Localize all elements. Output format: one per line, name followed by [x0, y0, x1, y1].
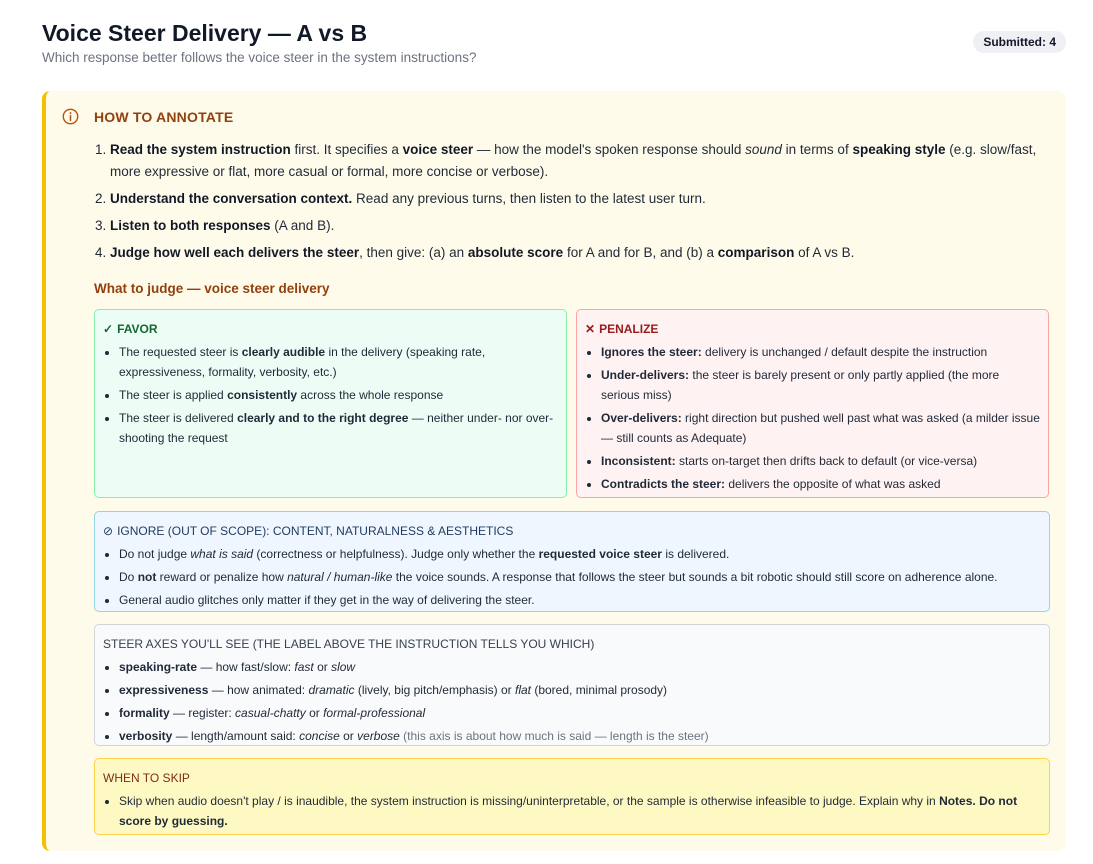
judge-section-title: What to judge — voice steer delivery — [94, 281, 330, 296]
axis-item: expressiveness — how animated: dramatic … — [119, 680, 1041, 700]
favor-title: ✓ FAVOR — [103, 319, 558, 339]
steer-axes-list: speaking-rate — how fast/slow: fast or s… — [103, 657, 1041, 746]
penalize-list: Ignores the steer: delivery is unchanged… — [585, 342, 1040, 494]
ignore-title: ⊘ IGNORE (OUT OF SCOPE): CONTENT, NATURAL… — [103, 521, 1041, 541]
page-title: Voice Steer Delivery — A vs B — [42, 20, 368, 46]
penalize-item: Contradicts the steer: delivers the oppo… — [601, 474, 1040, 494]
page-header: Voice Steer Delivery — A vs B Which resp… — [0, 0, 1093, 65]
axis-item: formality — register: casual-chatty or f… — [119, 703, 1041, 723]
ignore-item: Do not judge what is said (correctness o… — [119, 544, 1041, 564]
steer-axes-title: STEER AXES YOU'LL SEE (THE LABEL ABOVE T… — [103, 637, 595, 651]
info-icon — [62, 108, 79, 125]
skip-list: Skip when audio doesn't play / is inaudi… — [103, 791, 1041, 831]
penalize-box: ✕PENALIZE Ignores the steer: delivery is… — [576, 309, 1049, 498]
favor-item: The steer is delivered clearly and to th… — [119, 408, 558, 448]
guide-title: HOW TO ANNOTATE — [94, 109, 234, 125]
guide-header: HOW TO ANNOTATE — [62, 107, 1050, 127]
ignore-list: Do not judge what is said (correctness o… — [103, 544, 1041, 610]
annotation-guide-panel: HOW TO ANNOTATE Read the system instruct… — [42, 91, 1066, 851]
annotation-steps: Read the system instruction first. It sp… — [94, 139, 1050, 264]
penalize-item: Under-delivers: the steer is barely pres… — [601, 365, 1040, 405]
penalize-item: Ignores the steer: delivery is unchanged… — [601, 342, 1040, 362]
ignore-item: General audio glitches only matter if th… — [119, 590, 1041, 610]
favor-list: The requested steer is clearly audible i… — [103, 342, 558, 448]
step-item: Listen to both responses (A and B). — [110, 215, 1050, 237]
steer-axes-box: STEER AXES YOU'LL SEE (THE LABEL ABOVE T… — [94, 624, 1050, 746]
step-item: Understand the conversation context. Rea… — [110, 188, 1050, 210]
penalize-title: ✕ PENALIZE — [585, 319, 1040, 339]
step-item: Judge how well each delivers the steer, … — [110, 242, 1050, 264]
favor-item: The requested steer is clearly audible i… — [119, 342, 558, 382]
step-item: Read the system instruction first. It sp… — [110, 139, 1050, 183]
when-to-skip-title: WHEN TO SKIP — [103, 771, 190, 785]
favor-penalize-columns: ✓FAVOR The requested steer is clearly au… — [94, 309, 1050, 498]
prohibited-icon: ⊘ — [103, 524, 114, 538]
x-icon: ✕ — [585, 322, 596, 336]
submitted-count-badge: Submitted: 4 — [973, 31, 1066, 53]
favor-item: The steer is applied consistently across… — [119, 385, 558, 405]
favor-box: ✓FAVOR The requested steer is clearly au… — [94, 309, 567, 498]
check-icon: ✓ — [103, 322, 114, 336]
page-subtitle: Which response better follows the voice … — [42, 50, 477, 65]
penalize-item: Inconsistent: starts on-target then drif… — [601, 451, 1040, 471]
axis-item: verbosity — length/amount said: concise … — [119, 726, 1041, 746]
ignore-box: ⊘ IGNORE (OUT OF SCOPE): CONTENT, NATURAL… — [94, 511, 1050, 612]
when-to-skip-box: WHEN TO SKIP Skip when audio doesn't pla… — [94, 758, 1050, 835]
skip-item: Skip when audio doesn't play / is inaudi… — [119, 791, 1041, 831]
ignore-item: Do not reward or penalize how natural / … — [119, 567, 1041, 587]
axis-item: speaking-rate — how fast/slow: fast or s… — [119, 657, 1041, 677]
penalize-item: Over-delivers: right direction but pushe… — [601, 408, 1040, 448]
